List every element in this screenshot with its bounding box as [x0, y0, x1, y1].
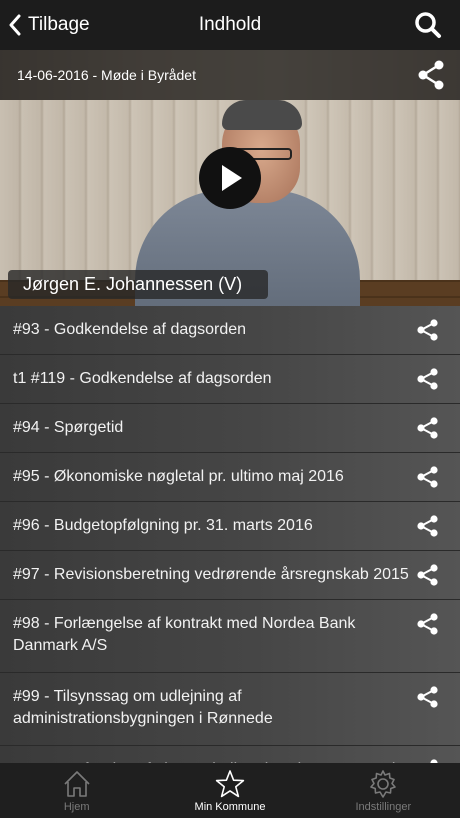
- agenda-item-label: t1 #119 - Godkendelse af dagsorden: [13, 370, 272, 387]
- tab-settings-label: Indstillinger: [355, 801, 412, 813]
- search-icon: [415, 12, 441, 38]
- agenda-item-share-button[interactable]: [416, 685, 440, 714]
- share-icon: [417, 613, 438, 635]
- agenda-item[interactable]: #95 - Økonomiske nøgletal pr. ultimo maj…: [0, 453, 460, 502]
- share-icon: [417, 368, 438, 390]
- agenda-item-label: #99 - Tilsynssag om udlejning af adminis…: [13, 688, 273, 727]
- meeting-label: 14-06-2016 - Møde i Byrådet: [17, 67, 196, 83]
- agenda-list: #93 - Godkendelse af dagsorden t1 #119 -…: [0, 306, 460, 763]
- agenda-item-share-button[interactable]: [416, 612, 440, 641]
- agenda-item-label: #100 - Opførelse af almene boliger i Kar…: [0, 746, 460, 763]
- agenda-item[interactable]: #98 - Forlængelse af kontrakt med Nordea…: [0, 600, 460, 673]
- bottom-tab-bar: Hjem Min Kommune Indstillinger: [0, 763, 460, 818]
- share-icon: [417, 417, 438, 439]
- home-icon: [64, 771, 90, 797]
- tab-settings[interactable]: Indstillinger: [307, 763, 460, 818]
- share-icon: [418, 60, 444, 90]
- share-icon: [417, 564, 438, 586]
- tab-home-label: Hjem: [63, 801, 90, 813]
- agenda-item-label: #93 - Godkendelse af dagsorden: [13, 321, 247, 338]
- back-button-label: Tilbage: [28, 14, 90, 35]
- tab-home[interactable]: Hjem: [0, 763, 153, 818]
- video-player[interactable]: 14-06-2016 - Møde i Byrådet Jørgen E. Jo…: [0, 50, 460, 306]
- agenda-item[interactable]: #99 - Tilsynssag om udlejning af adminis…: [0, 673, 460, 746]
- play-button[interactable]: [199, 147, 261, 209]
- agenda-item[interactable]: t1 #119 - Godkendelse af dagsorden: [0, 355, 460, 404]
- share-icon: [417, 319, 438, 341]
- speaker-label: Jørgen E. Johannessen (V): [8, 270, 269, 299]
- agenda-item-share-button[interactable]: [416, 367, 440, 396]
- agenda-item[interactable]: #93 - Godkendelse af dagsorden: [0, 306, 460, 355]
- meeting-header: 14-06-2016 - Møde i Byrådet: [0, 50, 460, 100]
- agenda-item[interactable]: #97 - Revisionsberetning vedrørende årsr…: [0, 551, 460, 600]
- agenda-item-label: #96 - Budgetopfølgning pr. 31. marts 201…: [13, 517, 313, 534]
- agenda-item-share-button[interactable]: [416, 465, 440, 494]
- agenda-item-label: #95 - Økonomiske nøgletal pr. ultimo maj…: [13, 468, 344, 485]
- play-icon: [222, 165, 242, 191]
- agenda-item[interactable]: #94 - Spørgetid: [0, 404, 460, 453]
- share-icon: [417, 515, 438, 537]
- agenda-item-label: #94 - Spørgetid: [13, 419, 124, 436]
- back-button[interactable]: Tilbage: [8, 0, 90, 50]
- agenda-item-label: #98 - Forlængelse af kontrakt med Nordea…: [13, 615, 356, 654]
- agenda-item-share-button[interactable]: [416, 514, 440, 543]
- agenda-item[interactable]: #96 - Budgetopfølgning pr. 31. marts 201…: [0, 502, 460, 551]
- agenda-item-share-button[interactable]: [416, 318, 440, 347]
- agenda-item-label: #97 - Revisionsberetning vedrørende årsr…: [13, 566, 409, 583]
- search-button[interactable]: [414, 11, 442, 44]
- star-icon: [215, 770, 245, 798]
- agenda-item-share-button[interactable]: [416, 563, 440, 592]
- meeting-share-button[interactable]: [416, 59, 446, 96]
- share-icon: [417, 686, 438, 708]
- gear-icon: [370, 770, 397, 798]
- agenda-item[interactable]: #100 - Opførelse af almene boliger i Kar…: [0, 746, 460, 763]
- agenda-item-share-button[interactable]: [416, 416, 440, 445]
- share-icon: [417, 466, 438, 488]
- tab-min-kommune-label: Min Kommune: [194, 801, 266, 813]
- top-nav-bar: Tilbage Indhold: [0, 0, 460, 50]
- tab-min-kommune[interactable]: Min Kommune: [153, 763, 306, 818]
- chevron-left-icon: [9, 14, 21, 36]
